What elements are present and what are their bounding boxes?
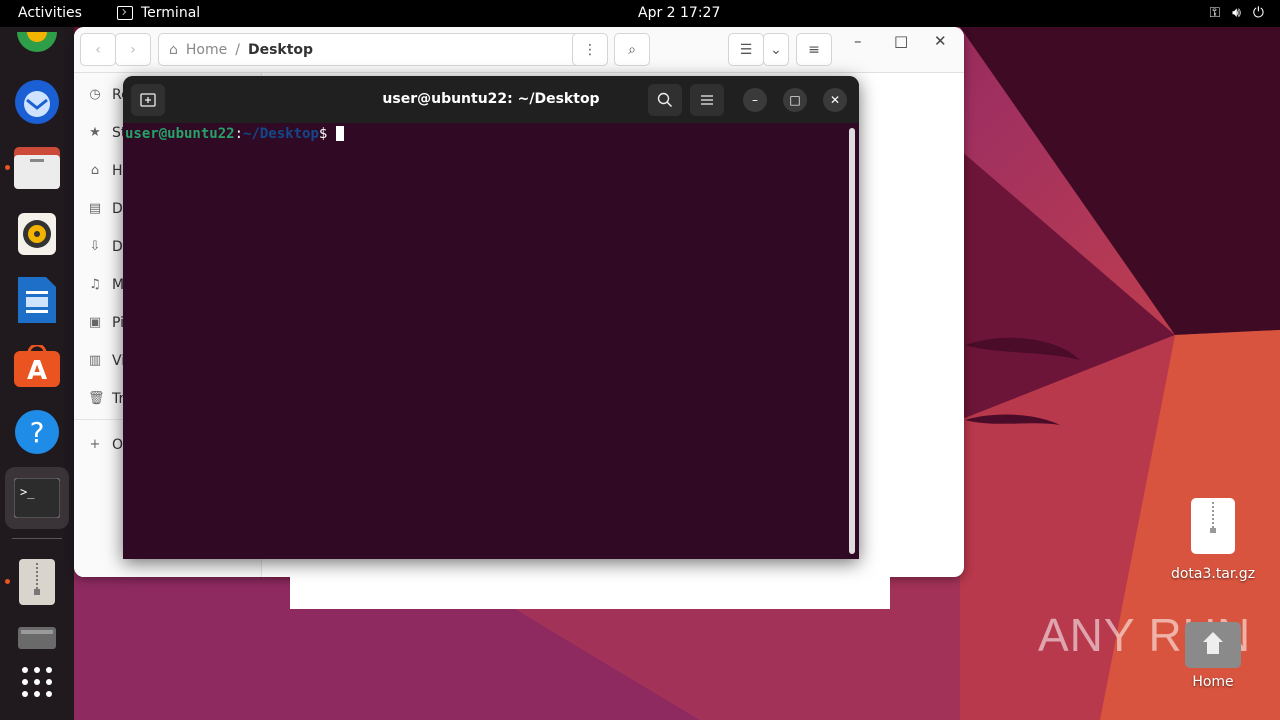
app-menu-label: Terminal xyxy=(141,5,201,21)
sidebar-item-starred[interactable]: ★ St xyxy=(88,125,126,141)
volume-icon: 🔊︎ xyxy=(1232,5,1241,21)
terminal-minimize-button[interactable]: – xyxy=(743,88,767,112)
help-icon: ? xyxy=(15,410,59,454)
files-header: ‹ › ⌂ Home / Desktop ⋮ ⌕ ☰ ⌄ ≡ – □ ✕ xyxy=(74,27,964,73)
dock-terminal[interactable]: >_ xyxy=(5,467,69,529)
search-icon: ⌕ xyxy=(628,41,636,58)
svg-text:>_: >_ xyxy=(20,485,35,499)
chrome-icon xyxy=(17,32,57,52)
terminal-search-button[interactable] xyxy=(648,84,682,116)
forward-button[interactable]: › xyxy=(115,33,151,66)
hamburger-icon xyxy=(701,95,713,105)
document-icon: ▤ xyxy=(88,201,102,216)
clock[interactable]: Apr 2 17:27 xyxy=(638,5,720,21)
terminal-window: user@ubuntu22: ~/Desktop – □ ✕ user@ubun… xyxy=(123,76,859,559)
terminal-scrollbar[interactable] xyxy=(849,128,855,554)
sidebar-item-pictures[interactable]: ▣ Pi xyxy=(88,315,124,331)
film-icon: ▥ xyxy=(88,353,102,368)
top-bar: Activities Terminal Apr 2 17:27 ⚿ 🔊︎ ⏻ xyxy=(0,0,1280,27)
search-button[interactable]: ⌕ xyxy=(614,33,650,66)
trash-icon: 🗑︎ xyxy=(88,391,105,406)
terminal-app-icon: >_ xyxy=(14,478,60,518)
dock-libreoffice-writer[interactable] xyxy=(5,269,69,331)
prompt-symbol: $ xyxy=(318,126,328,142)
network-icon: ⚿ xyxy=(1209,5,1221,21)
terminal-output[interactable]: user@ubuntu22:~/Desktop$ xyxy=(123,123,859,559)
music-icon: ♫ xyxy=(89,277,101,292)
power-icon: ⏻ xyxy=(1252,5,1264,21)
sidebar-item-videos[interactable]: ▥ Vi xyxy=(88,353,125,369)
search-icon xyxy=(657,92,673,108)
dock-app-center[interactable]: A xyxy=(5,335,69,397)
grid-icon xyxy=(22,667,52,697)
rhythmbox-icon xyxy=(18,213,56,255)
download-icon: ⇩ xyxy=(89,239,101,254)
star-icon: ★ xyxy=(89,125,101,140)
terminal-close-button[interactable]: ✕ xyxy=(823,88,847,112)
main-menu-button[interactable]: ≡ xyxy=(796,33,832,66)
files-icon xyxy=(14,147,60,189)
dock-separator xyxy=(12,538,62,539)
home-icon: ⌂ xyxy=(90,163,100,178)
home-folder-icon xyxy=(1185,622,1241,668)
clock-icon: ◷ xyxy=(89,87,101,102)
home-icon: ⌂ xyxy=(169,41,178,58)
dock-rhythmbox[interactable] xyxy=(5,203,69,265)
terminal-icon xyxy=(117,6,133,20)
list-icon: ☰ xyxy=(739,41,753,58)
breadcrumb-current[interactable]: Desktop xyxy=(248,42,313,58)
close-icon: ✕ xyxy=(829,93,841,107)
prompt-colon: : xyxy=(234,126,244,142)
dock-help[interactable]: ? xyxy=(5,401,69,463)
prompt-path: ~/Desktop xyxy=(243,126,319,142)
location-bar[interactable]: ⌂ Home / Desktop xyxy=(158,33,608,66)
drive-icon xyxy=(18,627,56,649)
show-apps-button[interactable] xyxy=(5,651,69,713)
terminal-cursor xyxy=(335,126,344,141)
svg-text:A: A xyxy=(27,356,47,386)
background-window-edge xyxy=(290,577,890,609)
terminal-header: user@ubuntu22: ~/Desktop – □ ✕ xyxy=(123,76,859,123)
dock-archive[interactable] xyxy=(5,551,69,613)
desktop-file-dota3[interactable]: dota3.tar.gz xyxy=(1166,498,1260,582)
breadcrumb-home[interactable]: Home xyxy=(186,42,227,58)
terminal-maximize-button[interactable]: □ xyxy=(783,88,807,112)
maximize-button[interactable]: □ xyxy=(894,32,908,50)
terminal-menu-button[interactable] xyxy=(690,84,724,116)
chevron-down-icon: ⌄ xyxy=(770,41,782,58)
chevron-right-icon: › xyxy=(130,41,136,58)
dock: A ? >_ xyxy=(0,27,74,720)
desktop-home-folder[interactable]: Home xyxy=(1176,618,1250,690)
desktop-home-label: Home xyxy=(1192,674,1234,690)
sidebar-item-trash[interactable]: 🗑︎ Tr xyxy=(88,391,124,407)
view-options-button[interactable]: ⌄ xyxy=(763,33,789,66)
view-list-button[interactable]: ☰ xyxy=(728,33,764,66)
desktop-file-label: dota3.tar.gz xyxy=(1170,566,1256,582)
breadcrumb-separator: / xyxy=(235,41,240,58)
writer-icon xyxy=(18,277,56,323)
app-menu[interactable]: Terminal xyxy=(117,5,200,21)
dock-chrome[interactable] xyxy=(5,27,69,67)
svg-text:?: ? xyxy=(30,416,45,449)
path-menu-button[interactable]: ⋮ xyxy=(572,33,608,66)
minimize-icon: – xyxy=(752,93,758,107)
dock-files[interactable] xyxy=(5,137,69,199)
maximize-icon: □ xyxy=(789,93,801,107)
thunderbird-icon xyxy=(15,80,59,124)
activities-button[interactable]: Activities xyxy=(18,5,82,21)
archive-file-icon xyxy=(1191,498,1235,554)
picture-icon: ▣ xyxy=(88,315,102,330)
chevron-left-icon: ‹ xyxy=(95,41,101,58)
close-button[interactable]: ✕ xyxy=(934,32,947,50)
kebab-icon: ⋮ xyxy=(583,41,597,58)
minimize-button[interactable]: – xyxy=(854,32,862,50)
dock-thunderbird[interactable] xyxy=(5,71,69,133)
app-center-icon: A xyxy=(14,345,60,387)
system-tray[interactable]: ⚿ 🔊︎ ⏻ xyxy=(1209,5,1264,21)
hamburger-icon: ≡ xyxy=(808,41,820,58)
plus-icon: + xyxy=(89,437,101,452)
back-button[interactable]: ‹ xyxy=(80,33,116,66)
archive-icon xyxy=(19,559,55,605)
prompt-user: user@ubuntu22 xyxy=(125,126,235,142)
